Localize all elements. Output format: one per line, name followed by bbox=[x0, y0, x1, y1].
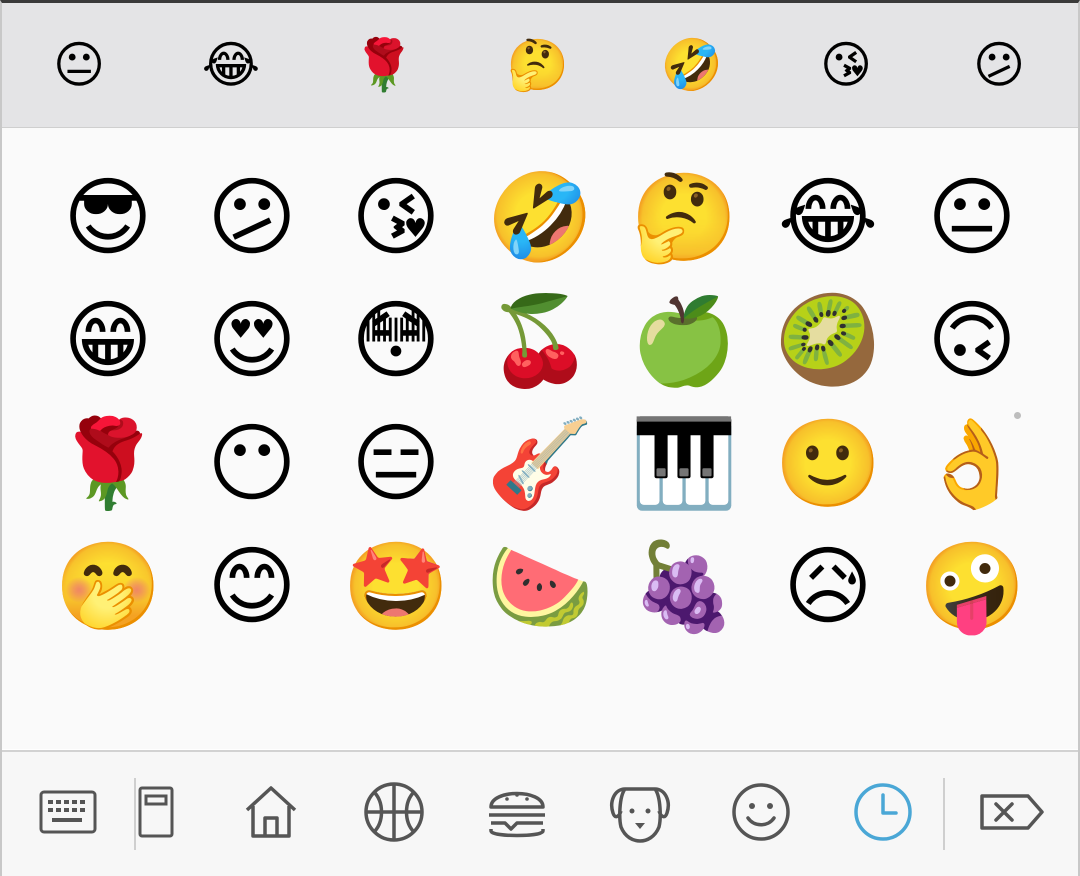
suggestion-confused-face-icon[interactable]: 😕 bbox=[922, 3, 1076, 127]
emoji-confused-face-icon[interactable]: 😕 bbox=[180, 156, 324, 280]
emoji-rose-icon[interactable]: 🌹 bbox=[36, 402, 180, 526]
suggestion-face-with-tears-of-joy-icon[interactable]: 😂 bbox=[154, 3, 308, 127]
backspace-button[interactable] bbox=[972, 772, 1052, 852]
emoji-watermelon-icon[interactable]: 🍉 bbox=[468, 525, 612, 649]
emoji-guitar-icon[interactable]: 🎸 bbox=[468, 402, 612, 526]
emoji-face-with-tears-of-joy-icon[interactable]: 😂 bbox=[756, 156, 900, 280]
tab-animals[interactable] bbox=[600, 772, 680, 852]
emoji-upside-down-face-icon[interactable]: 🙃 bbox=[900, 279, 1044, 403]
keyboard-icon bbox=[39, 790, 97, 834]
basketball-icon bbox=[364, 782, 424, 842]
tab-keyboard[interactable] bbox=[28, 772, 108, 852]
suggestion-rolling-on-floor-laughing-icon[interactable]: 🤣 bbox=[615, 3, 769, 127]
home-icon bbox=[245, 786, 297, 838]
emoji-grapes-icon[interactable]: 🍇 bbox=[612, 525, 756, 649]
emoji-expressionless-face-icon[interactable]: 😑 bbox=[324, 402, 468, 526]
emoji-flushed-face-icon[interactable]: 😳 bbox=[324, 279, 468, 403]
recent-clock-icon bbox=[854, 783, 912, 841]
emoji-kiwi-fruit-icon[interactable]: 🥝 bbox=[756, 279, 900, 403]
sticker-icon bbox=[138, 786, 174, 838]
emoji-beaming-face-icon[interactable]: 😁 bbox=[36, 279, 180, 403]
tab-smileys[interactable] bbox=[721, 772, 801, 852]
emoji-heart-eyes-face-icon[interactable]: 😍 bbox=[180, 279, 324, 403]
emoji-suggestion-bar: 😐 😂 🌹 🤔 🤣 😘 😕 bbox=[2, 3, 1078, 128]
emoji-grid: 😎 😕 😘 🤣 🤔 😂 😐 😁 😍 😳 🍒 🍏 🥝 🙃 🌹 😶 😑 🎸 🎹 🙂 … bbox=[2, 128, 1078, 749]
tab-home[interactable] bbox=[231, 772, 311, 852]
emoji-thinking-face-icon[interactable]: 🤔 bbox=[612, 156, 756, 280]
emoji-green-apple-icon[interactable]: 🍏 bbox=[612, 279, 756, 403]
tab-recent[interactable] bbox=[843, 772, 923, 852]
emoji-musical-keyboard-icon[interactable]: 🎹 bbox=[612, 402, 756, 526]
suggestion-thinking-face-icon[interactable]: 🤔 bbox=[461, 3, 615, 127]
tab-food[interactable] bbox=[477, 772, 557, 852]
tab-divider-right bbox=[943, 778, 945, 850]
burger-icon bbox=[489, 791, 545, 838]
suggestion-neutral-face-icon[interactable]: 😐 bbox=[2, 3, 156, 127]
emoji-zany-face-icon[interactable]: 🤪 bbox=[900, 525, 1044, 649]
emoji-smiling-face-with-smiling-eyes-icon[interactable]: 😊 bbox=[180, 525, 324, 649]
emoji-slightly-smiling-face-icon[interactable]: 🙂 bbox=[756, 402, 900, 526]
emoji-smiling-face-with-sunglasses-icon[interactable]: 😎 bbox=[36, 156, 180, 280]
tab-sports[interactable] bbox=[354, 772, 434, 852]
emoji-cherries-icon[interactable]: 🍒 bbox=[468, 279, 612, 403]
emoji-star-struck-icon[interactable]: 🤩 bbox=[324, 525, 468, 649]
emoji-neutral-face-icon[interactable]: 😐 bbox=[900, 156, 1044, 280]
emoji-face-blowing-kiss-icon[interactable]: 😘 bbox=[324, 156, 468, 280]
suggestion-rose-icon[interactable]: 🌹 bbox=[307, 3, 461, 127]
suggestion-face-blowing-kiss-icon[interactable]: 😘 bbox=[769, 3, 923, 127]
emoji-sad-but-relieved-face-icon[interactable]: 😥 bbox=[756, 525, 900, 649]
emoji-rolling-on-floor-laughing-icon[interactable]: 🤣 bbox=[468, 156, 612, 280]
smiley-icon bbox=[732, 783, 790, 841]
dog-icon bbox=[610, 787, 670, 843]
tab-stickers[interactable] bbox=[116, 772, 196, 852]
skin-tone-variant-indicator bbox=[1014, 412, 1021, 419]
emoji-ok-hand-icon[interactable]: 👌 bbox=[900, 402, 1044, 526]
backspace-icon bbox=[980, 794, 1044, 830]
emoji-face-without-mouth-icon[interactable]: 😶 bbox=[180, 402, 324, 526]
emoji-face-with-hand-over-mouth-icon[interactable]: 🤭 bbox=[36, 525, 180, 649]
emoji-category-bar bbox=[2, 750, 1078, 876]
